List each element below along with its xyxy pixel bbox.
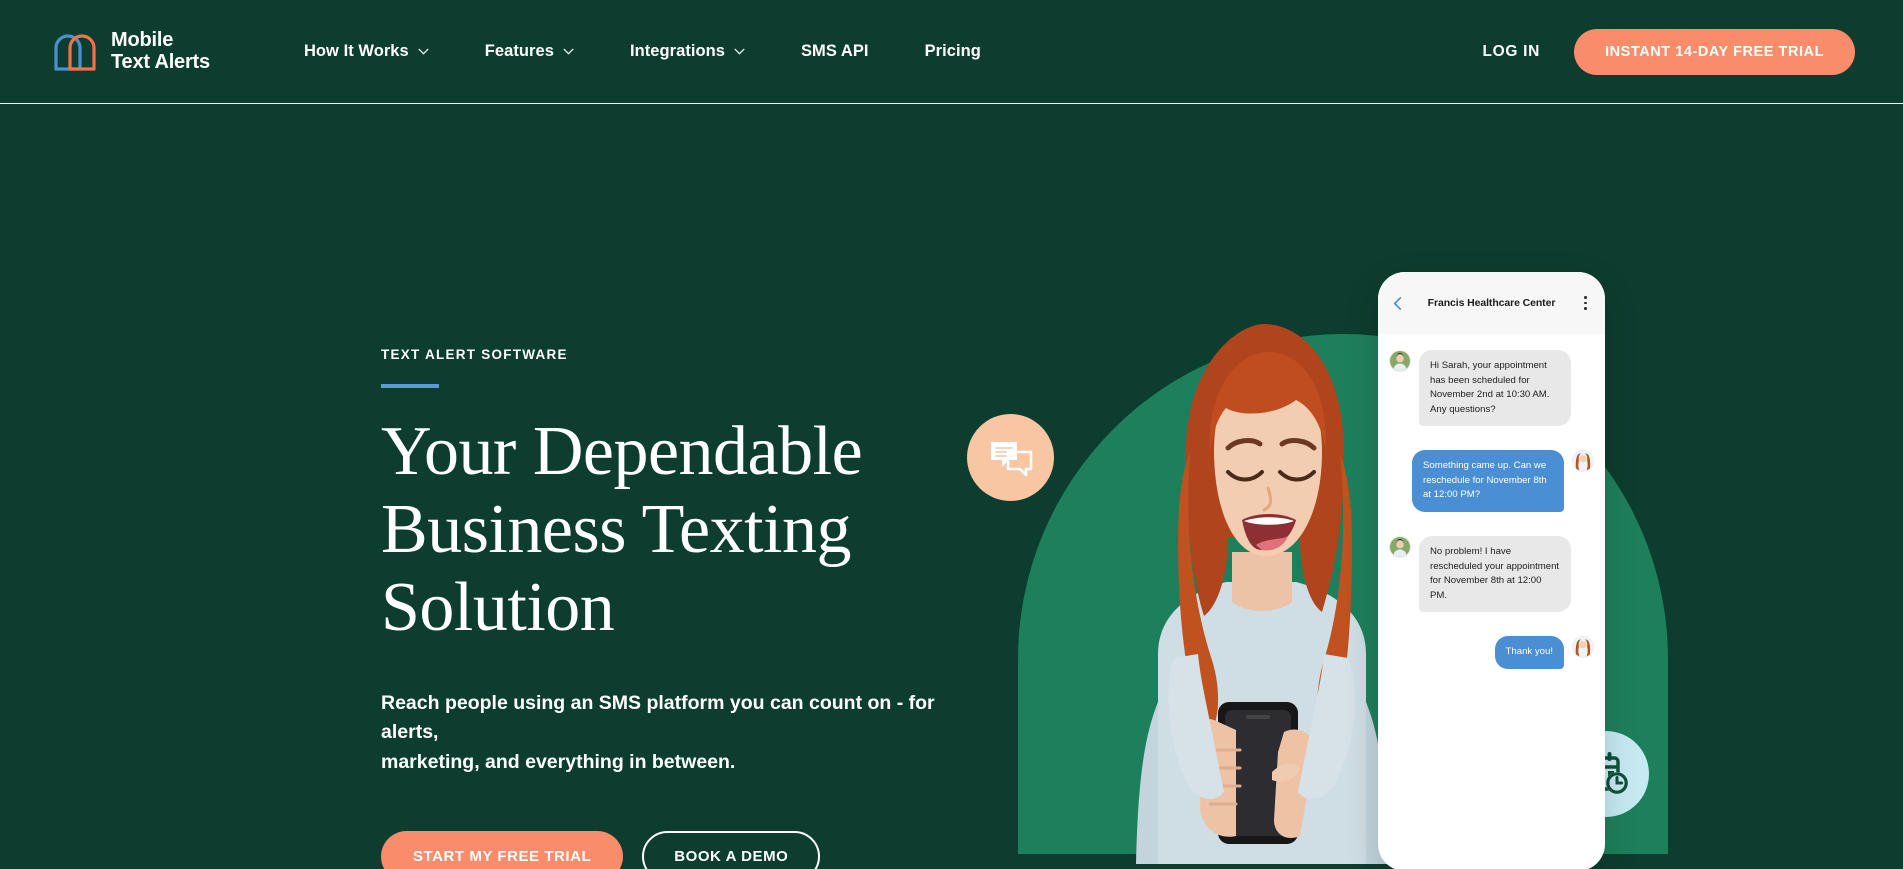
instant-free-trial-button[interactable]: INSTANT 14-DAY FREE TRIAL — [1574, 28, 1855, 75]
nav-item-label: Features — [484, 42, 554, 60]
nav-item-label: Integrations — [629, 42, 725, 60]
primary-nav: How It Works Features Integrations SMS A… — [276, 32, 1009, 71]
brand-logo-link[interactable]: Mobile Text Alerts — [52, 30, 210, 72]
brand-name: Mobile Text Alerts — [111, 29, 210, 73]
chat-message-outgoing: Thank you! — [1389, 636, 1594, 669]
chat-bubble: Thank you! — [1494, 636, 1564, 669]
avatar — [1389, 536, 1411, 559]
book-a-demo-button[interactable]: BOOK A DEMO — [642, 830, 821, 869]
nav-item-how-it-works[interactable]: How It Works — [276, 32, 457, 71]
site-navbar: Mobile Text Alerts How It Works Features… — [0, 0, 1903, 104]
nav-item-pricing[interactable]: Pricing — [897, 32, 1009, 71]
nav-item-label: Pricing — [924, 42, 981, 60]
hero-artwork: Francis Healthcare Center Hi Sarah, your… — [967, 264, 1700, 869]
phone-chat-title: Francis Healthcare Center — [1427, 297, 1556, 309]
chat-message-incoming: No problem! I have rescheduled your appo… — [1389, 536, 1594, 613]
chat-bubble: Hi Sarah, your appointment has been sche… — [1419, 350, 1571, 427]
chat-message-outgoing: Something came up. Can we reschedule for… — [1389, 450, 1594, 513]
hero-eyebrow-rule — [381, 384, 439, 388]
chat-message-incoming: Hi Sarah, your appointment has been sche… — [1389, 350, 1594, 427]
chevron-down-icon — [734, 48, 745, 55]
start-free-trial-button[interactable]: START MY FREE TRIAL — [381, 830, 624, 869]
nav-item-features[interactable]: Features — [457, 32, 602, 71]
landing-page: Mobile Text Alerts How It Works Features… — [0, 0, 1903, 869]
hero-cta-row: START MY FREE TRIAL BOOK A DEMO — [381, 830, 1001, 869]
avatar — [1572, 636, 1594, 659]
hero-headline: Your Dependable Business Texting Solutio… — [381, 412, 863, 646]
hero-subheading: Reach people using an SMS platform you c… — [381, 691, 935, 773]
chat-bubbles-icon — [990, 441, 1032, 476]
chat-bubbles-badge — [967, 414, 1054, 501]
nav-item-sms-api[interactable]: SMS API — [773, 32, 897, 71]
nav-item-label: SMS API — [800, 42, 869, 60]
hero-section: TEXT ALERT SOFTWARE Your Dependable Busi… — [0, 104, 1903, 869]
phone-chat-mockup: Francis Healthcare Center Hi Sarah, your… — [1378, 272, 1605, 869]
avatar — [1572, 450, 1594, 473]
chevron-down-icon — [418, 48, 429, 55]
phone-chat-header: Francis Healthcare Center — [1378, 272, 1605, 334]
mobile-text-alerts-logo-icon — [54, 33, 96, 71]
chat-bubble: No problem! I have rescheduled your appo… — [1419, 536, 1571, 613]
nav-item-integrations[interactable]: Integrations — [602, 32, 773, 71]
chevron-down-icon — [563, 48, 574, 55]
chat-bubble: Something came up. Can we reschedule for… — [1412, 450, 1564, 513]
kebab-menu-icon[interactable] — [1579, 296, 1592, 310]
hero-copy: TEXT ALERT SOFTWARE Your Dependable Busi… — [381, 347, 1001, 869]
login-link[interactable]: LOG IN — [1482, 43, 1540, 61]
avatar — [1389, 350, 1411, 372]
nav-item-label: How It Works — [303, 42, 409, 60]
hero-eyebrow: TEXT ALERT SOFTWARE — [381, 347, 568, 362]
phone-chat-messages: Hi Sarah, your appointment has been sche… — [1378, 334, 1605, 669]
chevron-left-icon[interactable] — [1391, 296, 1404, 310]
navbar-actions: LOG IN INSTANT 14-DAY FREE TRIAL — [1482, 28, 1855, 75]
